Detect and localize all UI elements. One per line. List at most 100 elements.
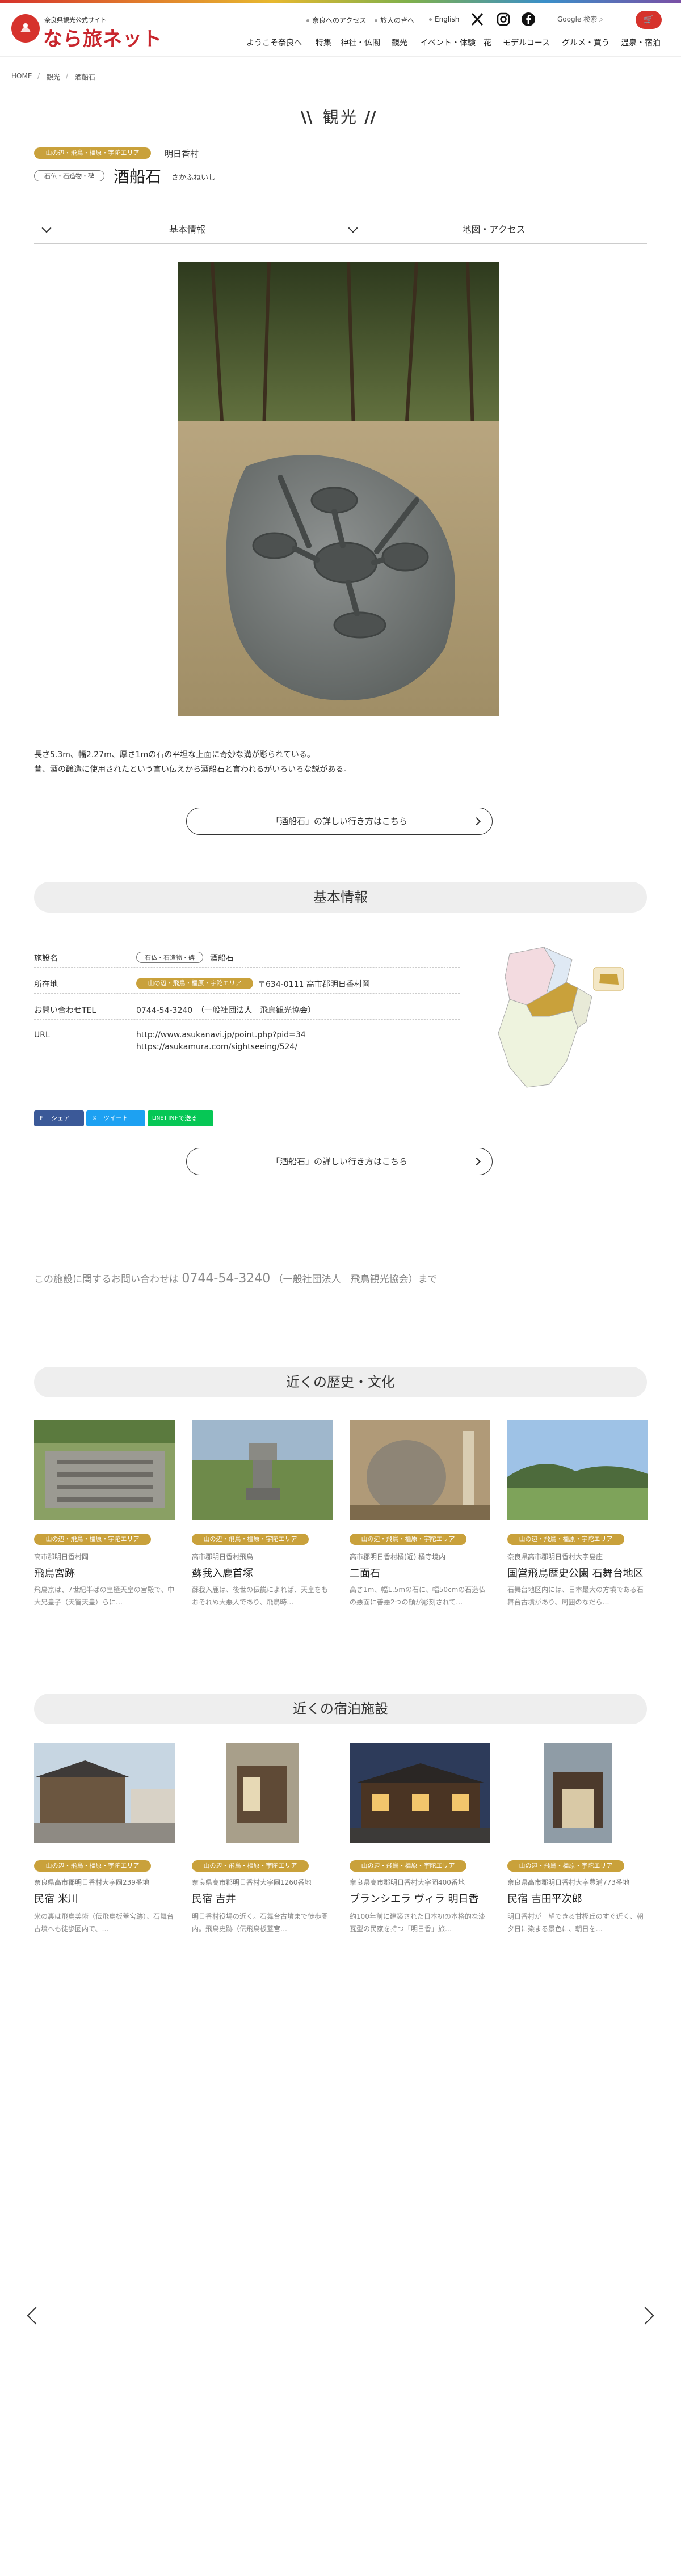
nav-stay[interactable]: 温泉・宿泊 [621,37,661,48]
facility-category-tag[interactable]: 石仏・石造物・碑 [136,952,203,963]
chevron-right-icon [472,817,481,826]
x-icon: 𝕏 [92,1114,97,1122]
breadcrumb-separator: / [66,72,69,80]
card-title: 飛鳥宮跡 [34,1568,75,1580]
card-title: 国営飛鳥歴史公園 石舞台地区 [507,1568,644,1580]
address-area-tag[interactable]: 山の辺・飛鳥・橿原・宇陀エリア [136,978,253,989]
carousel-next-button[interactable] [636,2307,654,2325]
carousel-prev-button[interactable] [27,2307,45,2325]
card-text: 蘇我入鹿は、後世の伝説によれば、天皇をもおそれぬ大悪人であり、飛鳥時… [192,1586,329,1606]
description-line: 昔、酒の醸造に使用されたという言い伝えから酒船石と言われるがいろいろな説がある。 [34,765,352,774]
tab-basic-info[interactable]: 基本情報 [34,218,340,244]
cart-icon: 🛒 [644,15,654,24]
label-address: 所在地 [34,980,58,989]
search-icon: ⌕ [599,15,603,23]
util-link-travelers[interactable]: 旅人の皆へ [375,15,414,25]
line-share-button[interactable]: LINE LINEで送る [148,1110,213,1126]
url-link-1[interactable]: http://www.asukanavi.jp/point.php?pid=34 [136,1031,306,1040]
line-icon: LINE [152,1116,164,1121]
card-photo [34,1743,175,1843]
x-icon[interactable] [470,12,485,27]
address-value: 〒634-0111 高市郡明日香村岡 [258,980,370,989]
route-button-bottom[interactable]: 「酒船石」の詳しい行き方はこちら [186,1148,493,1175]
card-location: 奈良県高市郡明日香村大字岡239番地 [34,1878,149,1886]
row-tel: お問い合わせTEL 0744-54-3240 （一般社団法人 飛鳥観光協会） [34,999,460,1020]
nav-feature[interactable]: 特集 [316,37,331,48]
nav-gourmet[interactable]: グルメ・買う [562,37,609,48]
site-header: 奈良県観光公式サイト なら旅ネット 奈良へのアクセス 旅人の皆へ English… [0,3,681,57]
facebook-share-button[interactable]: f シェア [34,1110,84,1126]
tweet-button[interactable]: 𝕏 ツイート [86,1110,145,1126]
util-link-access[interactable]: 奈良へのアクセス [306,15,366,25]
route-button[interactable]: 「酒船石」の詳しい行き方はこちら [186,808,493,835]
spot-kana: さかふねいし [171,174,216,182]
nav-events[interactable]: イベント・体験 [420,37,476,48]
breadcrumb-sightseeing[interactable]: 観光 [47,72,60,82]
chevron-down-icon [348,223,358,233]
contact-tel[interactable]: 0744-54-3240 [182,1272,270,1286]
util-link-english[interactable]: English [429,15,459,23]
breadcrumb-home[interactable]: HOME [11,72,32,80]
breadcrumb-separator: / [37,72,40,80]
spot-area: 明日香村 [165,149,199,159]
detail-tabs: 基本情報 地図・アクセス [34,218,647,244]
card-text: 米の裏は飛鳥美術（伝飛鳥板蓋宮跡）、石舞台古墳へも徒歩圏内で、… [34,1912,174,1933]
area-tag[interactable]: 山の辺・飛鳥・橿原・宇陀エリア [34,147,151,159]
nav-welcome[interactable]: ようこそ奈良へ [246,37,302,48]
card-text: 明日香村役場の近く。石舞台古墳まで徒歩圏内。飛鳥史跡（伝飛鳥板蓋宮… [192,1912,329,1933]
label-url: URL [34,1031,50,1040]
instagram-icon[interactable] [496,12,511,27]
description-line: 長さ5.3m、幅2.27m、厚さ1mの石の平坦な上面に奇妙な溝が彫られている。 [34,750,315,759]
section-title-stay: 近くの宿泊施設 [34,1694,647,1724]
row-url: URL http://www.asukanavi.jp/point.php?pi… [34,1025,460,1057]
card-location: 高市郡明日香村岡 [34,1553,89,1561]
card-location: 奈良県高市郡明日香村大字島庄 [507,1553,603,1561]
card-area-tag[interactable]: 山の辺・飛鳥・橿原・宇陀エリア [192,1534,309,1545]
nav-model-course[interactable]: モデルコース [503,37,550,48]
card-photo [34,1420,175,1520]
card-text: 飛鳥京は、7世紀半ばの皇極天皇の宮殿で、中大兄皇子（天智天皇）らに… [34,1586,175,1606]
card-location: 奈良県高市郡明日香村大字岡1260番地 [192,1878,312,1886]
card-text: 高さ1m、幅1.5mの石に、幅50cmの石造仏の悪面に善悪2つの顔が彫刻されて… [350,1586,486,1606]
card-area-tag[interactable]: 山の辺・飛鳥・橿原・宇陀エリア [34,1534,151,1545]
card-title: ブランシエラ ヴィラ 明日香 [350,1893,479,1905]
card-location: 奈良県高市郡明日香村大字豊浦773番地 [507,1878,629,1886]
nav-flowers[interactable]: 花 [484,37,491,48]
card-text: 石舞台地区内には、日本最大の方墳である石舞台古墳があり、周囲のなだら… [507,1586,644,1606]
label-facility: 施設名 [34,954,58,963]
card-photo [507,1743,648,1843]
nav-shrines[interactable]: 神社・仏閣 [340,37,380,48]
nara-prefecture-map [498,946,624,1088]
site-name: なら旅ネット [43,28,162,50]
card-location: 奈良県高市郡明日香村大字岡400番地 [350,1878,465,1886]
card-title: 蘇我入鹿首塚 [192,1568,253,1580]
facebook-icon[interactable] [521,12,536,27]
tel-value[interactable]: 0744-54-3240 （一般社団法人 飛鳥観光協会） [136,1004,316,1016]
contact-note: この施設に関するお問い合わせは 0744-54-3240 （一般社団法人 飛鳥観… [34,1272,438,1286]
facility-name: 酒船石 [210,954,234,963]
cart-button[interactable]: 🛒 [636,11,662,29]
url-link-2[interactable]: https://asukamura.com/sightseeing/524/ [136,1042,297,1051]
card-photo [350,1420,490,1520]
google-search[interactable]: Google 検索 ⌕ [557,14,603,24]
deer-emblem-icon [11,14,40,43]
card-area-tag[interactable]: 山の辺・飛鳥・橿原・宇陀エリア [507,1534,624,1545]
section-title-culture: 近くの歴史・文化 [34,1367,647,1397]
card-area-tag[interactable]: 山の辺・飛鳥・橿原・宇陀エリア [192,1860,309,1872]
card-area-tag[interactable]: 山の辺・飛鳥・橿原・宇陀エリア [34,1860,151,1872]
site-logo[interactable]: 奈良県観光公式サイト なら旅ネット [10,13,162,50]
card-area-tag[interactable]: 山の辺・飛鳥・橿原・宇陀エリア [350,1860,466,1872]
card-area-tag[interactable]: 山の辺・飛鳥・橿原・宇陀エリア [507,1860,624,1872]
card-area-tag[interactable]: 山の辺・飛鳥・橿原・宇陀エリア [350,1534,466,1545]
card-location: 高市郡明日香村橘(近) 橘寺境内 [350,1553,446,1561]
row-address: 所在地 山の辺・飛鳥・橿原・宇陀エリア 〒634-0111 高市郡明日香村岡 [34,973,460,994]
card-photo [507,1420,648,1520]
breadcrumb-current: 酒船石 [75,73,96,81]
chevron-down-icon [41,223,52,233]
category-tag[interactable]: 石仏・石造物・碑 [34,170,104,181]
tab-map-access[interactable]: 地図・アクセス [340,218,647,244]
section-title-basic: 基本情報 [34,882,647,913]
nav-sightseeing[interactable]: 観光 [392,37,407,48]
card-photo [192,1420,333,1520]
card-title: 二面石 [350,1568,380,1580]
